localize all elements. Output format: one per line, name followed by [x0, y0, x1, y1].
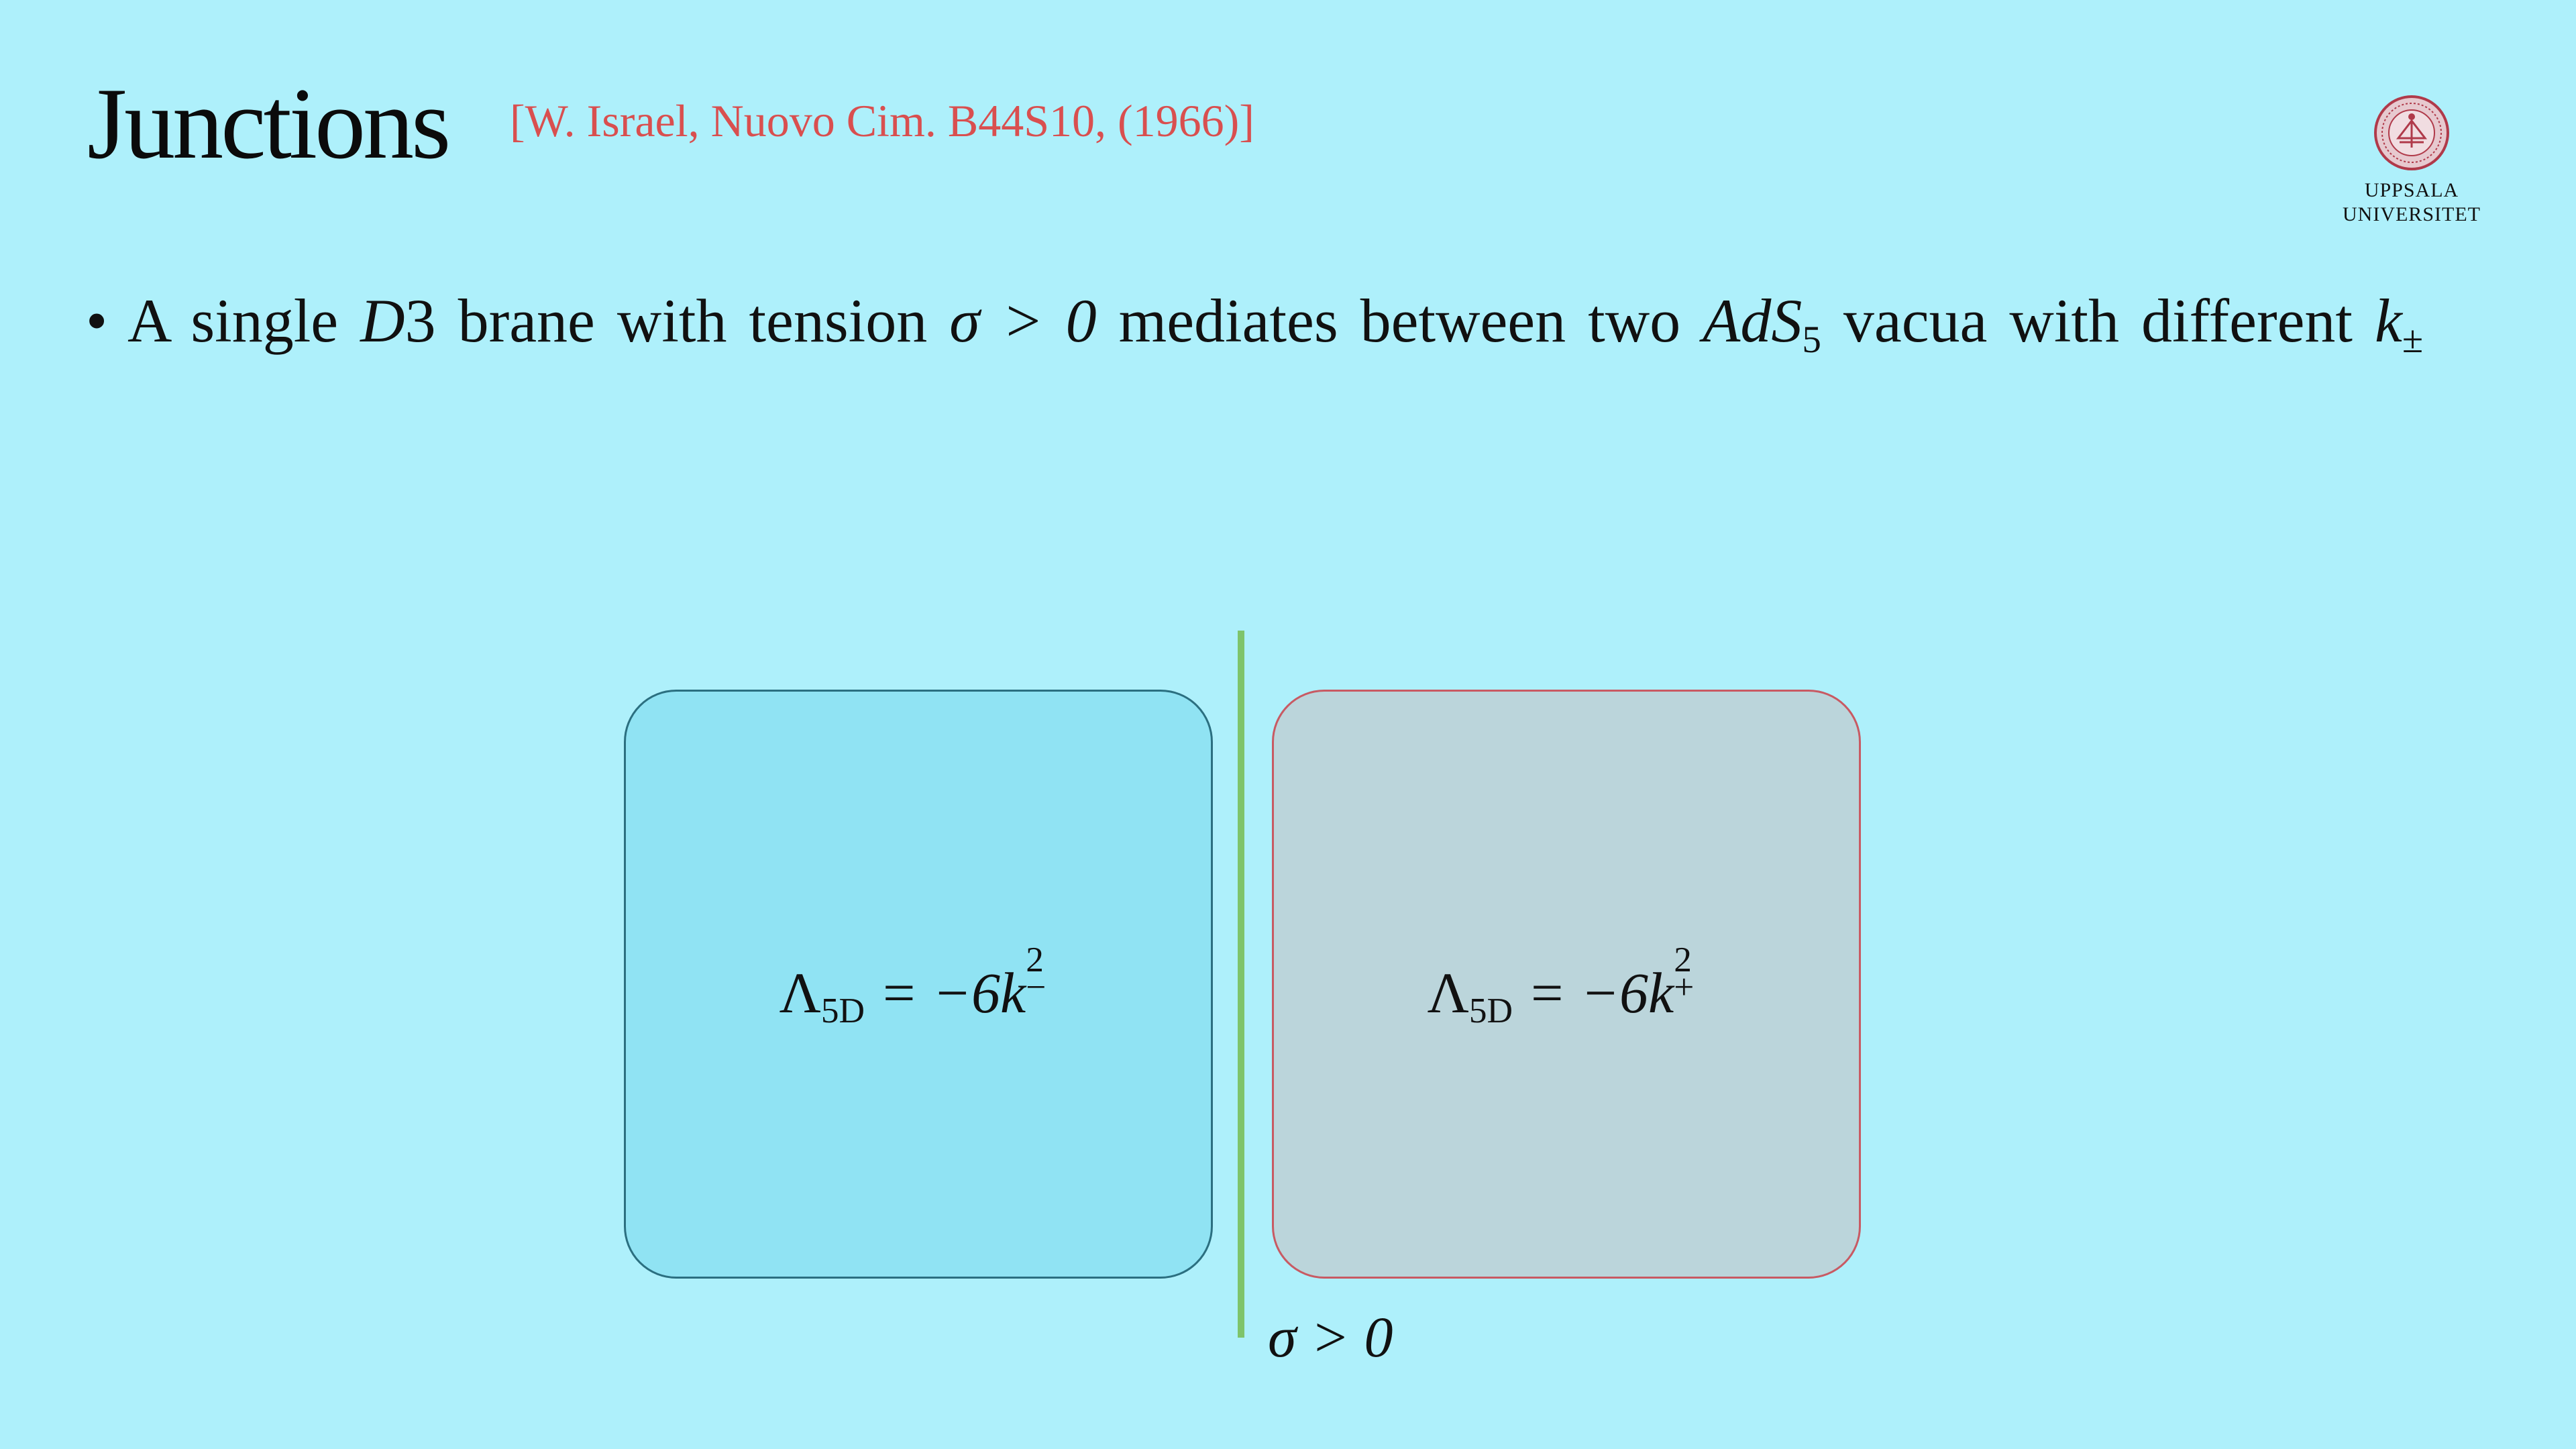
logo-text-line1: UPPSALA	[2364, 179, 2459, 201]
slide: Junctions [W. Israel, Nuovo Cim. B44S10,…	[0, 0, 2576, 1449]
citation: [W. Israel, Nuovo Cim. B44S10, (1966)]	[510, 95, 1254, 146]
math-d-number: 3	[405, 286, 436, 355]
lambda-symbol: Λ	[1427, 961, 1469, 1025]
math-ads-subscript: 5	[1802, 318, 1821, 361]
math-d-italic: D	[360, 286, 405, 355]
brane-line	[1238, 631, 1244, 1338]
k-scripts: 2 +	[1674, 942, 1705, 1012]
university-logo: UPPSALA UNIVERSITET	[2334, 94, 2489, 235]
bullet-text: A single D3 brane with tension σ > 0 med…	[127, 280, 2435, 361]
slide-title: Junctions	[87, 67, 451, 180]
left-vacuum-equation: Λ5D = −6k 2−	[626, 942, 1211, 1028]
bullet-text-a: A single	[127, 286, 361, 355]
equation-rhs: = −6k	[864, 961, 1026, 1025]
bullet-text-d: vacua with different	[1821, 286, 2375, 355]
lambda-subscript: 5D	[1468, 989, 1513, 1030]
k-subscript: −	[1026, 967, 1046, 1008]
lambda-symbol: Λ	[779, 961, 821, 1025]
logo-text-line2: UNIVERSITET	[2343, 203, 2481, 225]
bullet-text-b: brane with tension	[435, 286, 950, 355]
right-vacuum-equation: Λ5D = −6k 2 +	[1274, 942, 1859, 1028]
lambda-subscript: 5D	[820, 989, 865, 1030]
k-subscript: +	[1674, 967, 1695, 1008]
right-vacuum-box: Λ5D = −6k 2 +	[1272, 690, 1861, 1279]
math-k: k	[2374, 286, 2402, 355]
bullet-text-c: mediates between two	[1096, 286, 1703, 355]
bullet-symbol: •	[86, 286, 108, 355]
k-scripts: 2−	[1026, 942, 1057, 1012]
math-sigma: σ > 0	[949, 286, 1097, 355]
equation-rhs: = −6k	[1512, 961, 1674, 1025]
uppsala-university-seal-icon	[2374, 95, 2449, 170]
math-k-subscript: ±	[2402, 318, 2424, 361]
brane-tension-label: σ > 0	[1268, 1305, 1393, 1369]
left-vacuum-box: Λ5D = −6k 2−	[624, 690, 1213, 1279]
math-ads: AdS	[1703, 286, 1803, 355]
